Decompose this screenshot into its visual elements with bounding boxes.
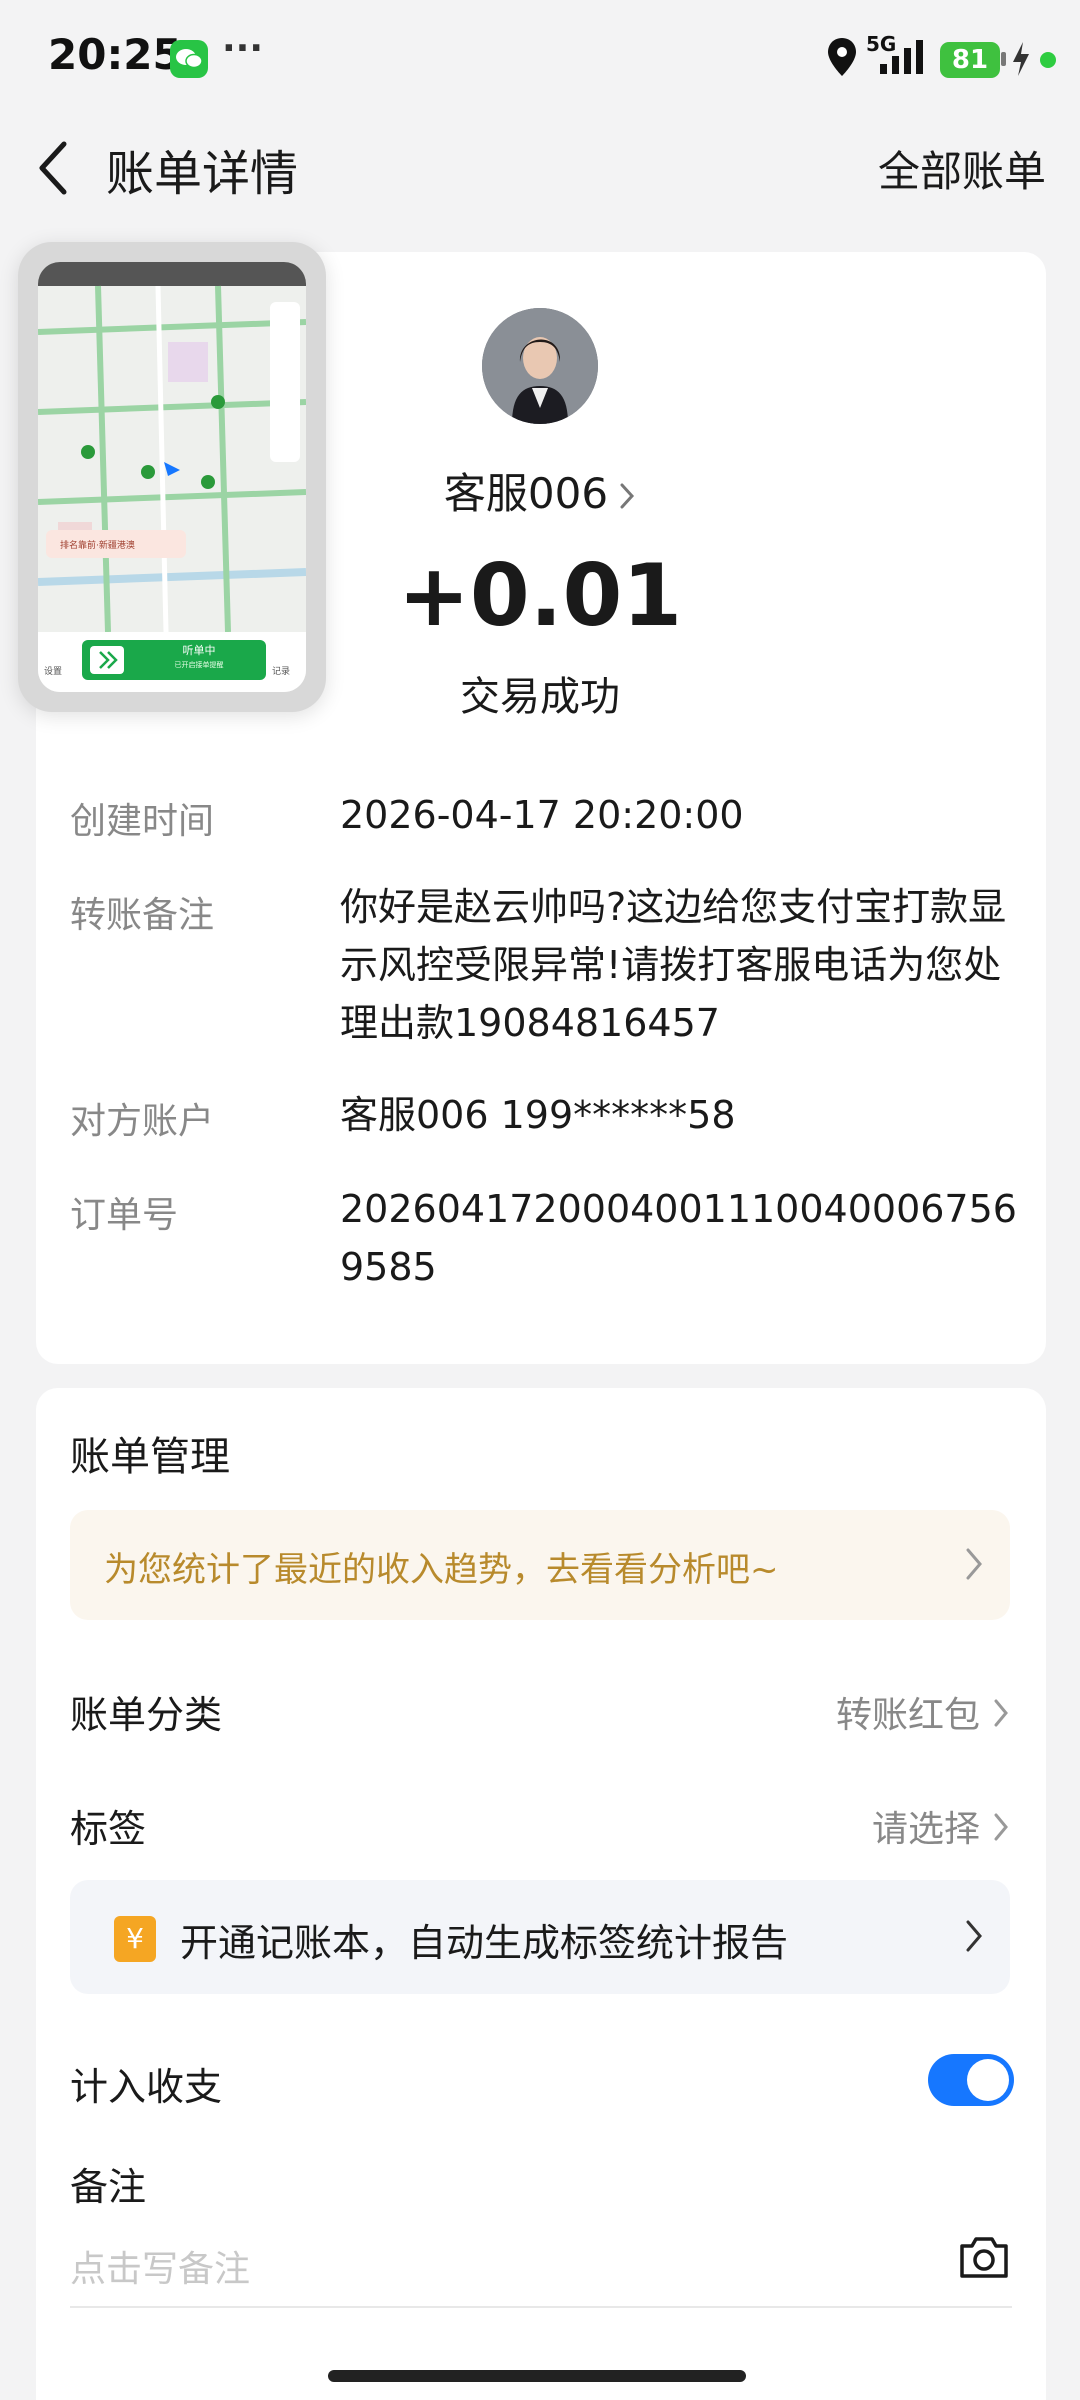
transfer-note-label: 转账备注 [70,895,215,936]
back-icon[interactable] [30,138,74,202]
include-in-stats-toggle[interactable] [928,2054,1014,2106]
chevron-right-icon [992,1811,1010,1852]
more-notifications-icon: ··· [222,28,264,69]
avatar[interactable] [482,308,598,424]
camera-icon[interactable] [958,2234,1010,2284]
battery-level: 81 [940,42,1000,78]
promo-text: 开通记账本，自动生成标签统计报告 [180,1921,789,1965]
pip-settings-button[interactable]: 设置 [44,664,62,677]
pip-toast: 排名靠前·新疆港澳 [60,541,135,551]
pip-listening-status[interactable]: 听单中 [134,642,264,658]
privacy-indicator-dot [1040,52,1056,68]
note-underline [70,2306,1012,2308]
ticket-icon: ¥ [114,1916,156,1962]
wechat-icon [170,40,208,78]
map-icon [38,262,306,692]
location-icon [826,36,858,82]
tag-value: 请选择 [871,1809,980,1850]
order-number-value: 20260417200040011100400067569585 [340,1187,1017,1289]
category-value: 转账红包 [835,1695,980,1736]
chevron-right-icon [618,472,636,521]
pip-records-button[interactable]: 记录 [272,664,290,677]
signal-icon [878,36,930,80]
battery-cap [1001,52,1006,66]
section-title: 账单管理 [70,1434,230,1480]
payee-name: 客服006 [443,469,609,518]
category-label: 账单分类 [70,1693,223,1737]
insight-text: 为您统计了最近的收入趋势，去看看分析吧~ [104,1550,779,1590]
transfer-note-value: 你好是赵云帅吗?这边给您支付宝打款显示风控受限异常!请拨打客服电话为您处理出款1… [340,885,1007,1045]
all-bills-link[interactable]: 全部账单 [878,138,1046,199]
income-insight-banner[interactable]: 为您统计了最近的收入趋势，去看看分析吧~ [70,1510,1010,1620]
chevron-right-icon [964,1546,984,1586]
pip-map-screen[interactable]: 排名靠前·新疆港澳 听单中 已开启接单提醒 设置 记录 [38,262,306,692]
bookkeeping-promo-banner[interactable]: ¥ 开通记账本，自动生成标签统计报告 [70,1880,1010,1994]
counterparty-value: 客服006 199******58 [340,1093,736,1137]
chevron-right-icon [964,1918,984,1958]
charging-icon [1010,40,1032,82]
created-time-value: 2026-04-17 20:20:00 [340,793,744,837]
chevron-right-icon [992,1697,1010,1738]
status-time: 20:25 [48,30,182,79]
toggle-knob [967,2059,1009,2101]
order-number-label: 订单号 [70,1195,179,1236]
home-indicator[interactable] [328,2370,746,2382]
tag-label: 标签 [70,1807,147,1851]
note-label: 备注 [70,2165,147,2209]
include-in-stats-label: 计入收支 [70,2065,223,2109]
pip-listening-subtitle: 已开启接单提醒 [174,661,224,669]
tag-selector[interactable]: 请选择 [872,1800,1010,1852]
category-selector[interactable]: 转账红包 [836,1686,1010,1738]
page-title: 账单详情 [106,146,299,202]
created-time-label: 创建时间 [70,801,215,842]
counterparty-label: 对方账户 [70,1101,215,1142]
note-input[interactable]: 点击写备注 [70,2240,250,2292]
